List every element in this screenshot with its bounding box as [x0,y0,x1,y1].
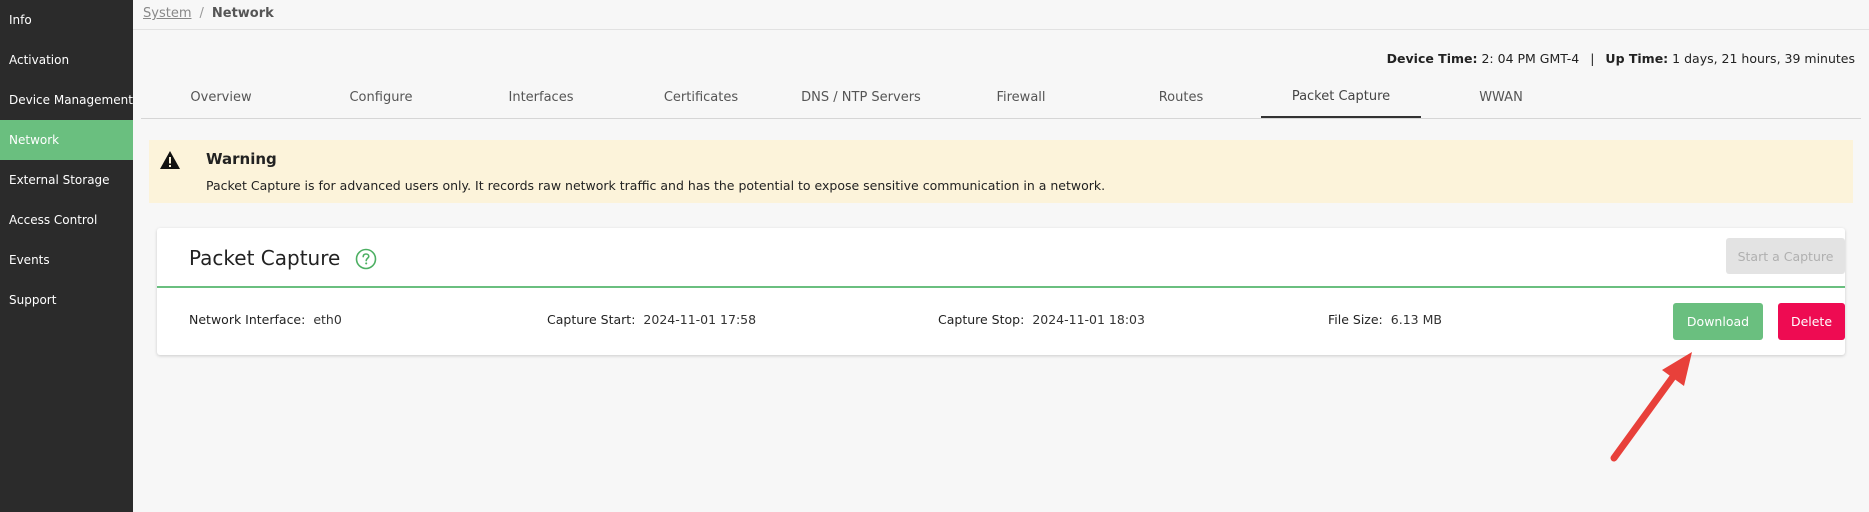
tab-wwan[interactable]: WWAN [1421,76,1581,118]
sidebar-item-label: Support [9,293,57,307]
tab-packet-capture[interactable]: Packet Capture [1261,76,1421,118]
capture-start-label: Capture Start: [547,312,636,327]
tab-interfaces[interactable]: Interfaces [461,76,621,118]
file-size-field: File Size: 6.13 MB [1328,312,1442,327]
header-divider [133,29,1869,30]
card-title: Packet Capture [189,246,341,270]
sidebar-item-support[interactable]: Support [0,280,133,320]
warning-banner: Warning Packet Capture is for advanced u… [149,140,1853,203]
network-interface-field: Network Interface: eth0 [189,312,342,327]
device-time-label: Device Time: [1386,51,1478,66]
card-header: Packet Capture Start a Capture [157,228,1845,288]
breadcrumb-separator: / [199,6,204,21]
warning-message: Packet Capture is for advanced users onl… [206,178,1106,193]
file-size-value: 6.13 MB [1390,312,1442,327]
sidebar-item-label: External Storage [9,173,110,187]
capture-start-value: 2024-11-01 17:58 [643,312,757,327]
packet-capture-card: Packet Capture Start a Capture Network I… [157,228,1845,355]
start-capture-button[interactable]: Start a Capture [1726,238,1845,274]
uptime-label: Up Time: [1605,51,1669,66]
device-status: Device Time: 2: 04 PM GMT-4 | Up Time: 1… [1387,51,1855,66]
capture-stop-label: Capture Stop: [938,312,1025,327]
sidebar-item-access-control[interactable]: Access Control [0,200,133,240]
tab-firewall[interactable]: Firewall [941,76,1101,118]
warning-triangle-icon [160,151,180,169]
delete-button[interactable]: Delete [1778,303,1845,340]
sidebar-item-network[interactable]: Network [0,120,133,160]
sidebar: Info Activation Device Management Networ… [0,0,133,512]
breadcrumb: System / Network [143,6,274,21]
network-interface-value: eth0 [313,312,342,327]
sidebar-item-label: Events [9,253,50,267]
device-time-value: 2: 04 PM GMT-4 [1481,51,1580,66]
sidebar-item-label: Device Management [9,93,133,107]
breadcrumb-current: Network [211,6,274,21]
capture-start-field: Capture Start: 2024-11-01 17:58 [547,312,756,327]
tab-certificates[interactable]: Certificates [621,76,781,118]
sidebar-item-external-storage[interactable]: External Storage [0,160,133,200]
capture-stop-field: Capture Stop: 2024-11-01 18:03 [938,312,1145,327]
warning-title: Warning [206,150,277,168]
sidebar-item-activation[interactable]: Activation [0,40,133,80]
sidebar-item-label: Activation [9,53,70,67]
breadcrumb-link-system[interactable]: System [143,6,191,21]
sidebar-item-info[interactable]: Info [0,0,133,40]
network-tabs: Overview Configure Interfaces Certificat… [141,76,1861,119]
sidebar-item-label: Access Control [9,213,98,227]
capture-row: Network Interface: eth0 Capture Start: 202… [157,288,1845,355]
status-divider: | [1590,51,1595,66]
uptime-value: 1 days, 21 hours, 39 minutes [1672,51,1855,66]
tab-overview[interactable]: Overview [141,76,301,118]
main-content: System / Network Device Time: 2: 04 PM GMT… [133,0,1869,512]
capture-stop-value: 2024-11-01 18:03 [1032,312,1145,327]
sidebar-item-label: Network [9,133,60,147]
tab-routes[interactable]: Routes [1101,76,1261,118]
sidebar-item-events[interactable]: Events [0,240,133,280]
tab-configure[interactable]: Configure [301,76,461,118]
sidebar-item-label: Info [9,13,32,27]
tab-dns-ntp-servers[interactable]: DNS / NTP Servers [781,76,941,118]
file-size-label: File Size: [1328,312,1383,327]
download-button[interactable]: Download [1673,303,1763,340]
network-interface-label: Network Interface: [189,312,306,327]
question-circle-icon[interactable] [355,248,377,270]
sidebar-item-device-management[interactable]: Device Management [0,80,133,120]
